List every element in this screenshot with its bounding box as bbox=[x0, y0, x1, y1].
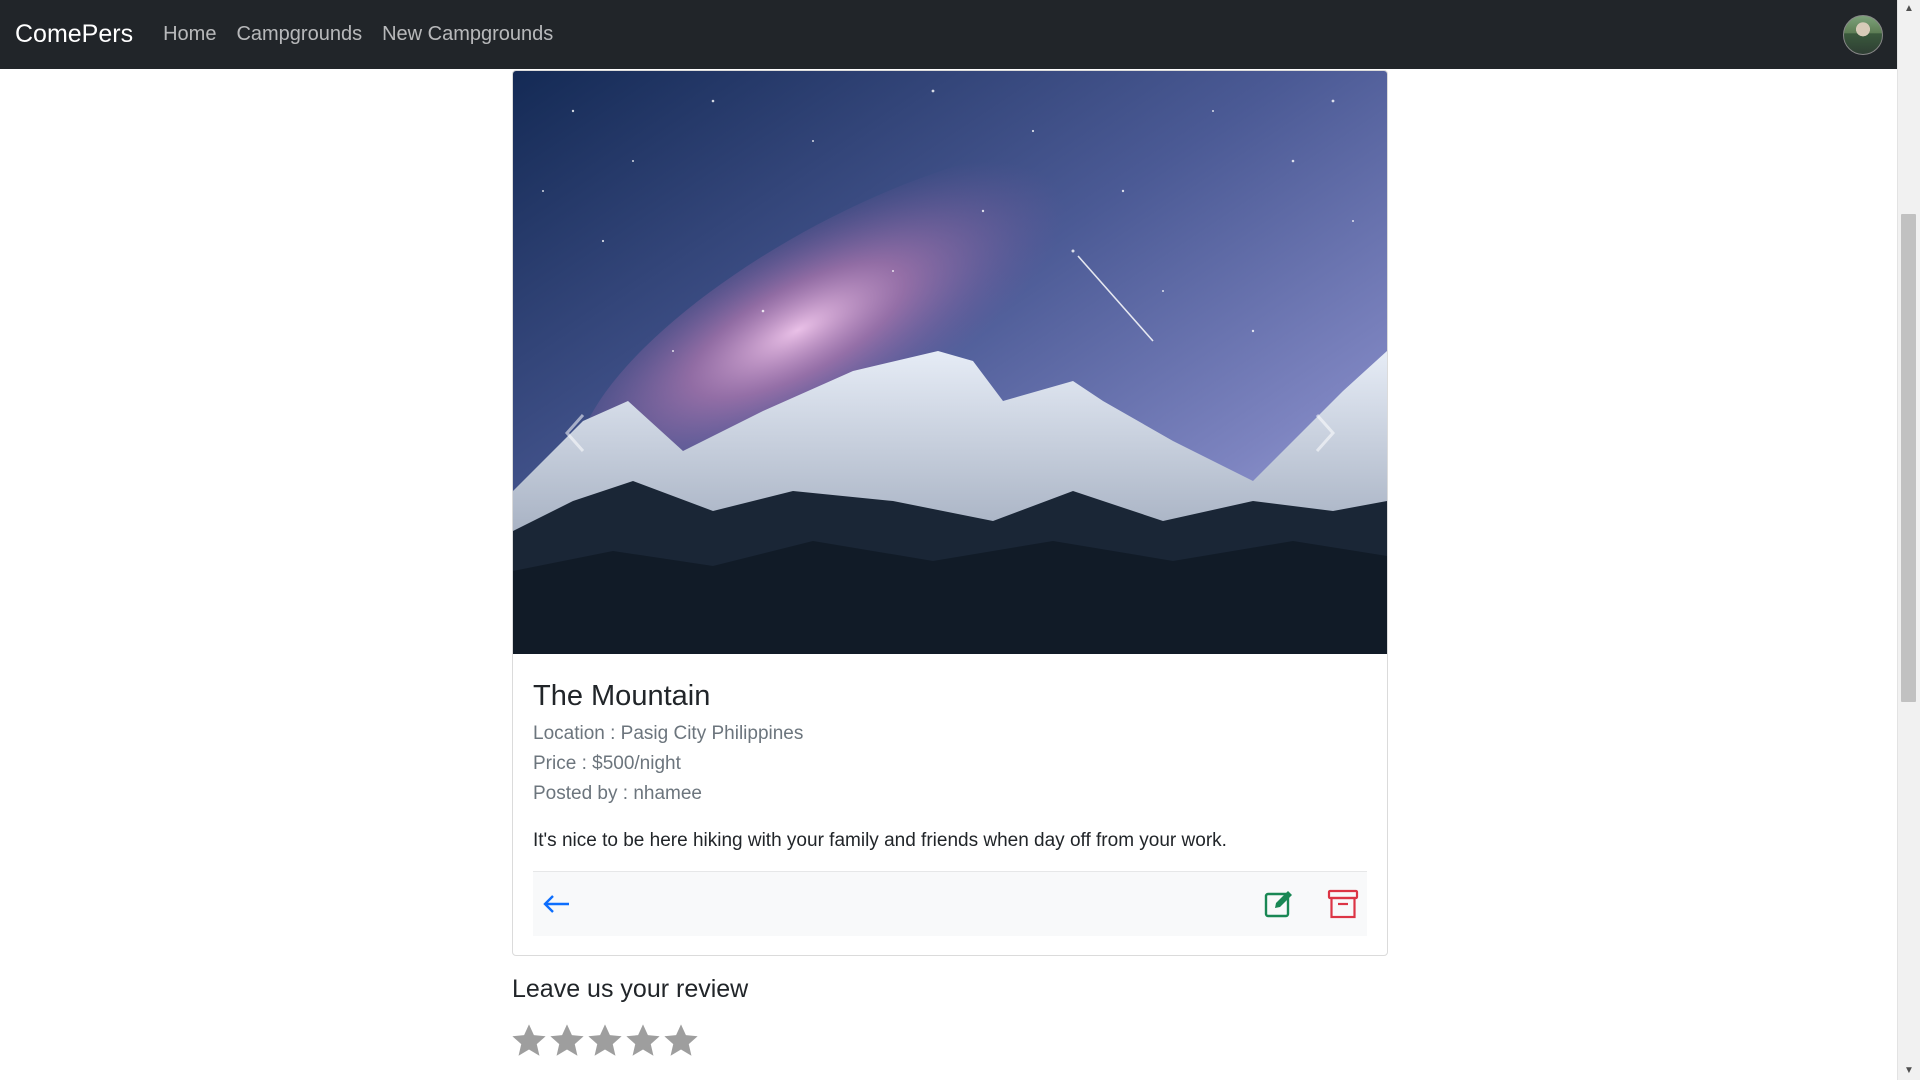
back-button[interactable] bbox=[541, 888, 573, 925]
user-avatar[interactable] bbox=[1843, 15, 1883, 55]
carousel-prev-button[interactable] bbox=[553, 391, 603, 475]
chevron-left-icon bbox=[564, 414, 585, 452]
chevron-right-icon bbox=[1315, 414, 1336, 452]
card-footer bbox=[533, 871, 1367, 936]
review-heading: Leave us your review bbox=[512, 975, 749, 1003]
arrow-left-icon bbox=[543, 895, 569, 913]
nav-link-campgrounds[interactable]: Campgrounds bbox=[236, 23, 362, 46]
delete-button[interactable] bbox=[1327, 888, 1359, 925]
card-body: The Mountain Location : Pasig City Phili… bbox=[513, 654, 1387, 855]
star-2-icon[interactable] bbox=[548, 1022, 586, 1060]
campground-location: Location : Pasig City Philippines bbox=[533, 723, 804, 744]
campground-price: Price : $500/night bbox=[533, 753, 681, 774]
campground-title: The Mountain bbox=[533, 680, 711, 712]
star-rating[interactable] bbox=[510, 1022, 700, 1060]
page-scrollbar[interactable]: ▲ ▼ bbox=[1897, 0, 1920, 1080]
campground-image bbox=[513, 71, 1387, 654]
image-carousel bbox=[513, 71, 1387, 654]
nav-link-new-campgrounds[interactable]: New Campgrounds bbox=[382, 23, 553, 46]
edit-button[interactable] bbox=[1263, 888, 1295, 925]
star-4-icon[interactable] bbox=[624, 1022, 662, 1060]
star-3-icon[interactable] bbox=[586, 1022, 624, 1060]
star-5-icon[interactable] bbox=[662, 1022, 700, 1060]
campground-card: The Mountain Location : Pasig City Phili… bbox=[512, 70, 1388, 956]
carousel-next-button[interactable] bbox=[1297, 391, 1347, 475]
nav-link-home[interactable]: Home bbox=[163, 23, 216, 46]
navbar: ComePers Home Campgrounds New Campground… bbox=[0, 0, 1898, 69]
brand-link[interactable]: ComePers bbox=[15, 20, 133, 49]
scrollbar-thumb[interactable] bbox=[1901, 214, 1916, 702]
star-1-icon[interactable] bbox=[510, 1022, 548, 1060]
campground-author: Posted by : nhamee bbox=[533, 783, 702, 804]
archive-icon bbox=[1327, 889, 1359, 919]
scroll-down-arrow-icon[interactable]: ▼ bbox=[1898, 1062, 1920, 1080]
scroll-up-arrow-icon[interactable]: ▲ bbox=[1898, 0, 1920, 18]
campground-description: It's nice to be here hiking with your fa… bbox=[533, 830, 1227, 851]
pencil-square-icon bbox=[1264, 891, 1292, 918]
